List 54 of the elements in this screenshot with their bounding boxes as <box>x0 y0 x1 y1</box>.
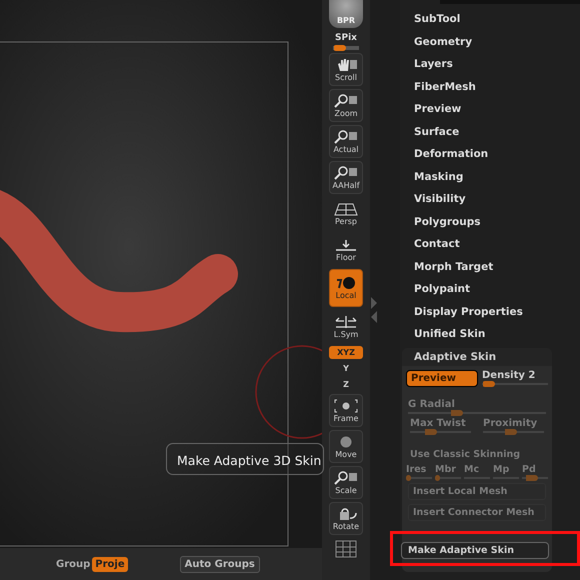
auto-groups-button[interactable]: Auto Groups <box>180 556 260 572</box>
frame-icon <box>334 398 358 412</box>
spix-slider[interactable] <box>333 46 359 50</box>
project-button[interactable]: Proje <box>92 556 128 572</box>
arrows-icon <box>334 314 358 328</box>
menu-item[interactable]: Deformation <box>414 143 580 166</box>
sphere-icon <box>334 276 358 290</box>
menu-item[interactable]: Geometry <box>414 30 580 53</box>
shelf-button[interactable]: Persp <box>329 197 363 230</box>
grid-icon <box>334 202 358 216</box>
tooltip: Make Adaptive 3D Skin <box>166 443 324 475</box>
menu-item[interactable]: Display Properties <box>414 300 580 323</box>
menu-item[interactable]: Morph Target <box>414 256 580 278</box>
axis-button[interactable]: Z <box>340 378 352 391</box>
menu-item[interactable]: FiberMesh <box>414 76 580 98</box>
magnifier-icon <box>334 130 358 144</box>
shelf-button[interactable]: Local <box>329 269 363 307</box>
grid-icon[interactable] <box>335 540 357 558</box>
floor-icon <box>334 238 358 252</box>
shelf-button[interactable]: Scale <box>329 466 363 499</box>
menu-item[interactable]: Contact <box>414 233 580 256</box>
shelf-button[interactable]: Scroll <box>329 53 363 86</box>
menu-item[interactable]: Masking <box>414 166 580 188</box>
shelf-button[interactable]: Move <box>329 430 363 463</box>
menu-item[interactable]: Surface <box>414 120 580 143</box>
menu-item[interactable]: SubTool <box>414 8 580 30</box>
panel-title[interactable]: Adaptive Skin <box>402 348 552 366</box>
slider-thumb[interactable] <box>333 45 346 51</box>
menu-item[interactable]: Preview <box>414 98 580 120</box>
make-adaptive-skin-button[interactable]: Make Adaptive Skin <box>401 542 549 558</box>
collapse-arrows-icon[interactable] <box>370 295 378 325</box>
axis-button[interactable]: Y <box>340 362 352 375</box>
axis-button[interactable]: XYZ <box>329 346 363 359</box>
shelf-button[interactable]: AAHalf <box>329 161 363 194</box>
spix-label: SPix <box>335 33 357 43</box>
slider-thumb[interactable] <box>482 380 496 386</box>
magnifier-icon <box>334 166 358 180</box>
bpr-button[interactable]: BPR <box>329 0 363 28</box>
density-slider[interactable]: Density 2 <box>482 370 548 384</box>
magnifier-icon <box>334 470 358 484</box>
menu-item[interactable]: Layers <box>414 53 580 76</box>
preview-button[interactable]: Preview <box>406 370 478 386</box>
shelf-button[interactable]: Actual <box>329 125 363 158</box>
shelf-button[interactable]: Rotate <box>329 502 363 535</box>
shelf-button[interactable]: Frame <box>329 394 363 427</box>
shelf-button[interactable]: Zoom <box>329 89 363 122</box>
shelf-button[interactable]: Floor <box>329 233 363 266</box>
menu-item[interactable]: Polygroups <box>414 210 580 233</box>
menu-item[interactable]: Unified Skin <box>414 323 580 346</box>
group-label: Group <box>56 558 90 570</box>
shelf-button[interactable]: L.Sym <box>329 310 363 343</box>
menu-item[interactable]: Visibility <box>414 188 580 210</box>
magnifier-icon <box>334 94 358 108</box>
menu-item[interactable]: Polypaint <box>414 278 580 300</box>
